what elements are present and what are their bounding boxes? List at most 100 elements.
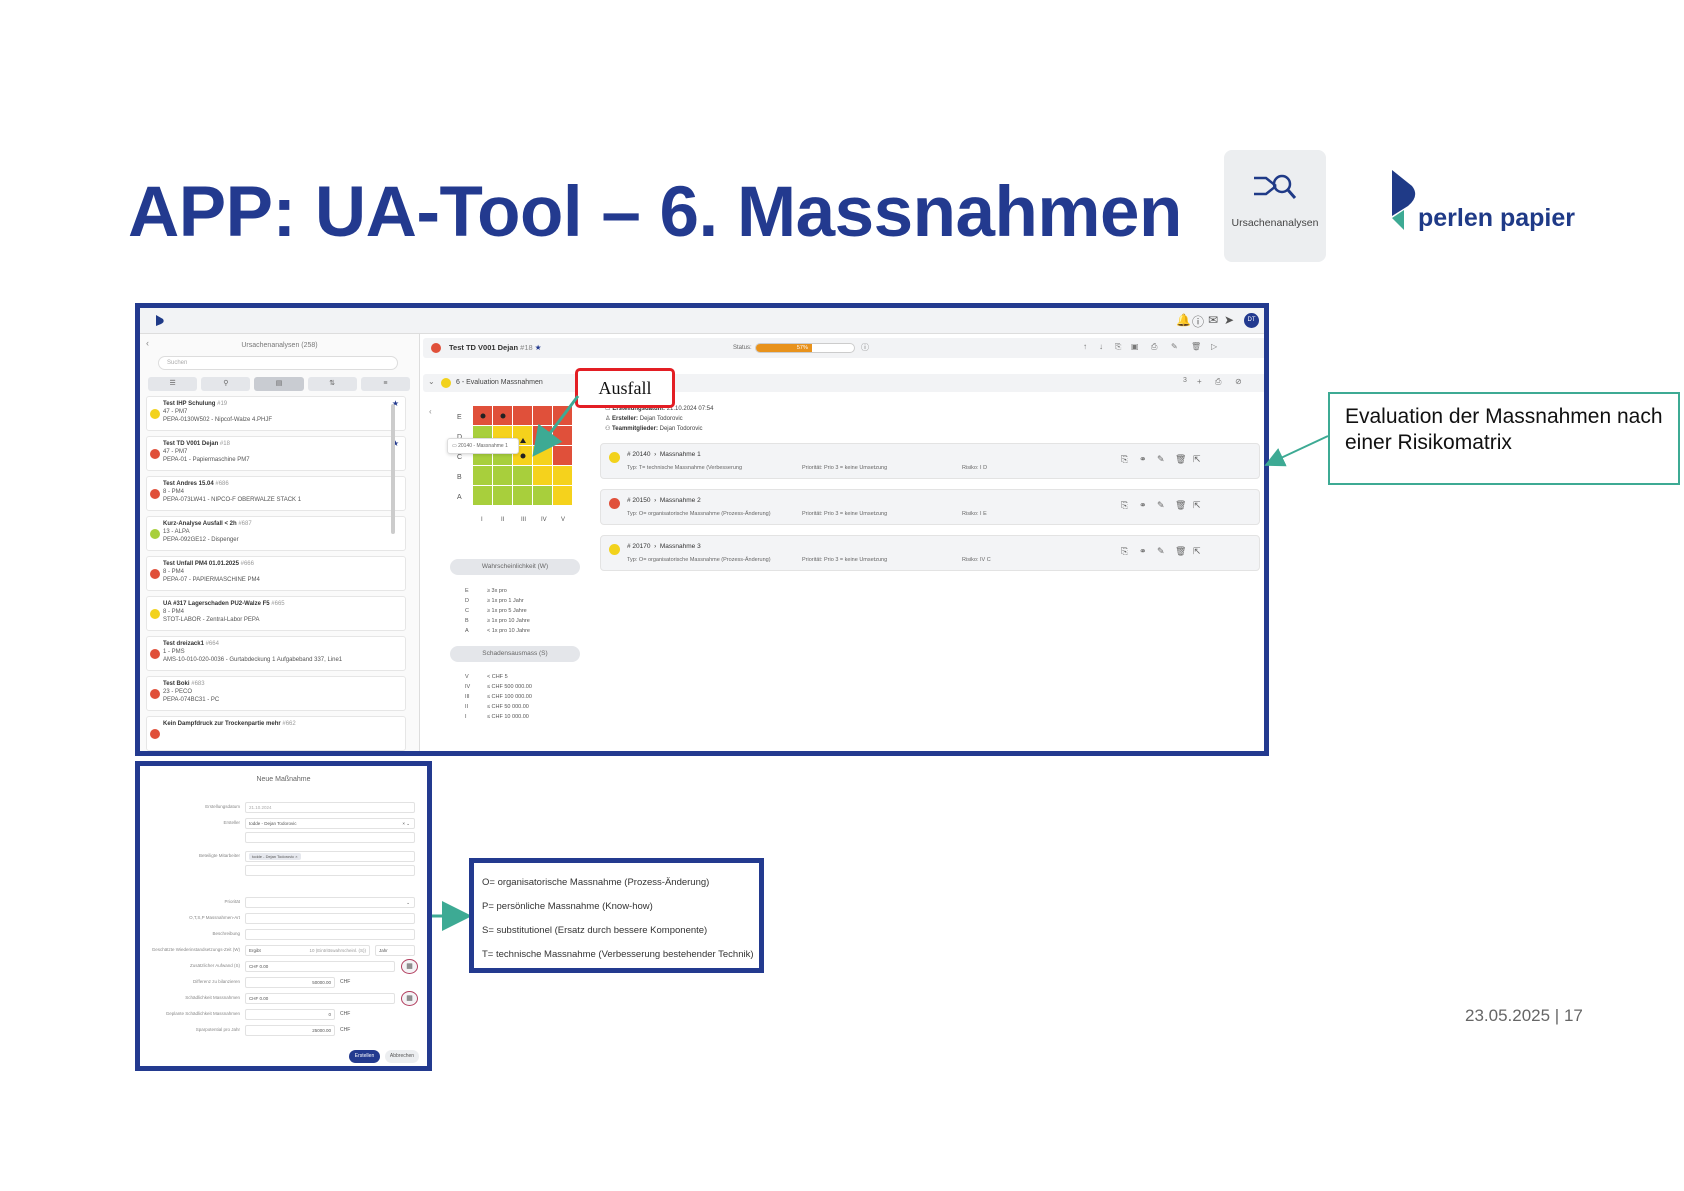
edit-icon[interactable]: ✎ <box>1157 454 1165 465</box>
chevron-down-icon: ⌄ <box>406 900 410 905</box>
savings-field[interactable]: 25000.00 <box>245 1025 335 1036</box>
user-avatar[interactable]: DT <box>1244 313 1259 328</box>
export-icon[interactable]: ▣ <box>1131 342 1139 351</box>
planned-harm-field[interactable]: 0 <box>245 1009 335 1020</box>
matrix-cell[interactable] <box>493 486 512 505</box>
matrix-cell[interactable] <box>513 486 532 505</box>
list-item[interactable]: Test Unfall PM4 01.01.2025 #666 8 - PM4 PE… <box>146 556 406 591</box>
sort-button[interactable]: ⇅ <box>307 377 357 391</box>
matrix-cell[interactable] <box>553 426 572 445</box>
list-item[interactable]: Kein Dampfdruck zur Trockenpartie mehr #… <box>146 716 406 751</box>
calculator-icon-2[interactable]: ▦ <box>401 991 418 1006</box>
messages-icon[interactable]: ✉ <box>1208 313 1218 327</box>
sort-down-icon[interactable]: ↓ <box>1099 342 1103 351</box>
open-external-icon[interactable]: ⇱ <box>1193 500 1201 511</box>
matrix-cell[interactable] <box>553 446 572 465</box>
help-icon[interactable]: ⓘ <box>1192 313 1204 330</box>
clear-icon[interactable]: × ⌄ <box>402 819 410 828</box>
list-item[interactable]: Test Andres 15.04 #686 8 - PM4 PEPA-073LW4… <box>146 476 406 511</box>
delete-icon[interactable]: 🗑 <box>1175 454 1186 465</box>
member-chip[interactable]: todde - Dejan Todorovic × <box>249 853 301 860</box>
grid-view-button[interactable]: ▤ <box>254 377 304 391</box>
list-item[interactable]: Kurz-Analyse Ausfall < 2h #687 13 - ALPA P… <box>146 516 406 551</box>
info-icon[interactable]: ⓘ <box>861 342 869 353</box>
members-extra-field[interactable] <box>245 865 415 876</box>
link-icon[interactable]: ⚭ <box>1139 500 1147 511</box>
matrix-cell[interactable] <box>533 426 552 445</box>
item-title: Test Boki <box>163 681 190 687</box>
search-input[interactable]: Suchen <box>158 356 398 370</box>
delete-icon[interactable]: 🗑 <box>1191 342 1201 351</box>
print-section-icon[interactable]: ⎙ <box>1215 377 1221 387</box>
options-button[interactable]: ≡ <box>360 377 411 391</box>
edit-icon[interactable]: ✎ <box>1157 546 1165 557</box>
matrix-cell[interactable] <box>533 446 552 465</box>
matrix-measure-marker[interactable] <box>520 453 526 459</box>
bell-icon[interactable]: 🔔 <box>1176 313 1191 327</box>
measure-card[interactable]: # 20150 › Massnahme 2 Typ: O= organisator… <box>600 489 1260 525</box>
matrix-cell[interactable] <box>533 466 552 485</box>
edit-icon[interactable]: ✎ <box>1157 500 1165 511</box>
unit-select[interactable]: Jahr <box>375 945 415 956</box>
members-select[interactable]: todde - Dejan Todorovic × <box>245 851 415 862</box>
add-measure-icon[interactable]: + <box>1197 377 1202 386</box>
extra-cost-field[interactable]: CHF 0.00 <box>245 961 395 972</box>
matrix-measure-marker[interactable] <box>500 413 506 419</box>
list-item[interactable]: UA #317 Lagerschaden PU2-Walze F5 #665 8 … <box>146 596 406 631</box>
edit-icon[interactable]: ✎ <box>1171 342 1178 351</box>
matrix-cell[interactable] <box>533 486 552 505</box>
chevron-down-icon[interactable]: ⌄ <box>428 377 435 386</box>
creator-extra-field[interactable] <box>245 832 415 843</box>
list-item[interactable]: Test Boki #683 23 - PECO PEPA-074BC31 - PC <box>146 676 406 711</box>
next-icon[interactable]: ▷ <box>1211 342 1217 351</box>
attachments-icon[interactable]: ⎘ <box>1115 342 1121 352</box>
open-external-icon[interactable]: ⇱ <box>1193 546 1201 557</box>
evaluation-section-header[interactable]: ⌄ 6 - Evaluation Massnahmen 3 + ⎙ ⊘ <box>423 374 1264 392</box>
copy-icon[interactable]: ⎘ <box>1121 454 1128 465</box>
cost-field[interactable]: Ergibt 10 (Eintrittswahrscheinl. (S)) <box>245 945 370 956</box>
open-external-icon[interactable]: ⇱ <box>1193 454 1201 465</box>
list-item[interactable]: Test TD V001 Dejan #18 47 - PM7 PEPA-01 - … <box>146 436 406 471</box>
delete-icon[interactable]: 🗑 <box>1175 500 1186 511</box>
matrix-cell[interactable] <box>553 406 572 425</box>
filter-button[interactable]: ⚲ <box>201 377 251 391</box>
collapse-left-icon[interactable]: ‹ <box>429 407 432 416</box>
send-icon[interactable]: ➤ <box>1224 313 1234 327</box>
measure-card[interactable]: # 20140 › Massnahme 1 Typ: T= technische … <box>600 443 1260 479</box>
copy-icon[interactable]: ⎘ <box>1121 500 1128 511</box>
list-view-button[interactable]: ☰ <box>148 377 198 391</box>
calculator-icon[interactable]: ▦ <box>401 959 418 974</box>
priority-select[interactable]: ⌄ <box>245 897 415 908</box>
matrix-cell[interactable] <box>513 466 532 485</box>
matrix-cell[interactable] <box>553 466 572 485</box>
sort-up-icon[interactable]: ↑ <box>1083 342 1087 351</box>
harm-field[interactable]: CHF 0.00 <box>245 993 395 1004</box>
check-icon[interactable]: ⊘ <box>1235 377 1242 386</box>
app-tile-ursachenanalysen[interactable]: Ursachenanalysen <box>1224 150 1326 262</box>
list-toolbar: ☰ ⚲ ▤ ⇅ ≡ <box>148 377 411 391</box>
matrix-cell[interactable] <box>473 486 492 505</box>
matrix-measure-marker[interactable] <box>480 413 486 419</box>
scale-row: II ≤ CHF 50 000.00 <box>465 704 529 710</box>
link-icon[interactable]: ⚭ <box>1139 454 1147 465</box>
matrix-cell[interactable] <box>533 406 552 425</box>
measure-card[interactable]: # 20170 › Massnahme 3 Typ: O= organisator… <box>600 535 1260 571</box>
create-button[interactable]: Erstellen <box>349 1050 380 1063</box>
difference-field[interactable]: 50000.00 <box>245 977 335 988</box>
copy-icon[interactable]: ⎘ <box>1121 546 1128 557</box>
creator-select[interactable]: todde - Dejan Todorovic × ⌄ <box>245 818 415 829</box>
cancel-button[interactable]: Abbrechen <box>385 1050 419 1063</box>
matrix-cell[interactable] <box>513 406 532 425</box>
description-field[interactable] <box>245 929 415 940</box>
created-date-field[interactable]: 21.10.2024 <box>245 802 415 813</box>
link-icon[interactable]: ⚭ <box>1139 546 1147 557</box>
delete-icon[interactable]: 🗑 <box>1175 546 1186 557</box>
matrix-cell[interactable] <box>553 486 572 505</box>
list-scrollbar[interactable] <box>391 404 395 534</box>
print-icon[interactable]: ⎙ <box>1151 342 1157 352</box>
list-item[interactable]: Test dreizack1 #664 1 - PMS AMS-10-010-020… <box>146 636 406 671</box>
type-select[interactable] <box>245 913 415 924</box>
matrix-cell[interactable] <box>493 466 512 485</box>
list-item[interactable]: Test IHP Schulung #19 47 - PM7 PEPA-0130W5… <box>146 396 406 431</box>
matrix-cell[interactable] <box>473 466 492 485</box>
